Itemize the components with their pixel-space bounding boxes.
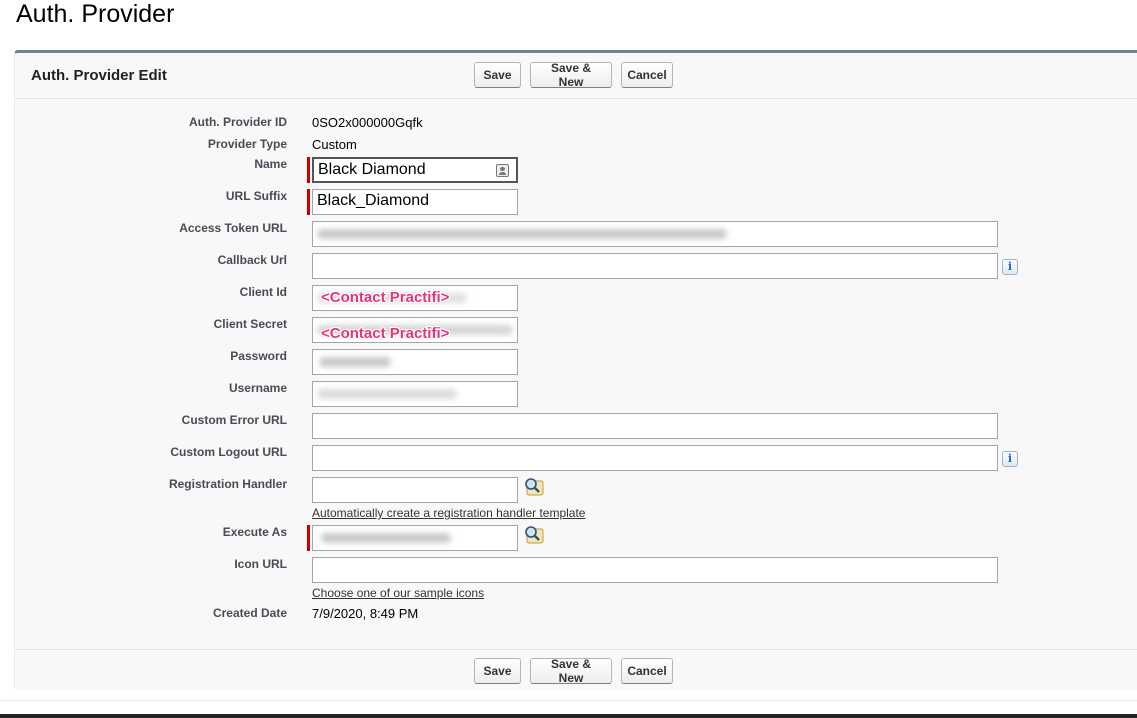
save-and-new-button[interactable]: Save & New (530, 657, 612, 685)
custom-logout-url-input[interactable] (312, 445, 998, 471)
bottom-divider (0, 714, 1137, 718)
required-indicator (307, 157, 310, 183)
provider-type-value: Custom (312, 137, 357, 152)
icon-url-label: Icon URL (234, 557, 287, 571)
custom-error-url-label: Custom Error URL (181, 413, 287, 427)
client-id-label: Client Id (239, 285, 287, 299)
panel-footer: Save Save & New Cancel (15, 649, 1137, 694)
client-id-input[interactable]: <Contact Practifi> (312, 285, 518, 311)
cancel-button[interactable]: Cancel (621, 62, 673, 88)
bottom-button-group: Save Save & New Cancel (474, 657, 673, 685)
password-label: Password (230, 349, 287, 363)
client-id-annotation: <Contact Practifi> (321, 289, 450, 306)
name-label: Name (254, 157, 287, 171)
custom-logout-url-label: Custom Logout URL (170, 445, 287, 459)
auth-provider-id-value: 0SO2x000000Gqfk (312, 115, 423, 130)
access-token-url-input[interactable] (312, 221, 998, 247)
contact-card-icon[interactable] (496, 164, 509, 177)
execute-as-label: Execute As (222, 525, 287, 539)
name-input[interactable]: Black Diamond (312, 157, 518, 183)
created-date-value: 7/9/2020, 8:49 PM (312, 606, 419, 621)
client-secret-label: Client Secret (213, 317, 287, 331)
required-indicator (307, 525, 310, 551)
custom-error-url-input[interactable] (312, 413, 998, 439)
create-registration-handler-link[interactable]: Automatically create a registration hand… (312, 506, 585, 520)
username-label: Username (228, 381, 287, 395)
callback-url-label: Callback Url (217, 253, 287, 267)
client-secret-input[interactable]: <Contact Practifi> (312, 317, 518, 343)
password-input[interactable] (312, 349, 518, 375)
name-input-value: Black Diamond (318, 161, 426, 178)
redacted-value (319, 357, 391, 367)
magnifier-lookup-icon[interactable] (523, 477, 545, 497)
auth-provider-edit-panel: Auth. Provider Edit Save Save & New Canc… (14, 50, 1137, 690)
save-button[interactable]: Save (474, 658, 521, 684)
url-suffix-input[interactable]: Black_Diamond (312, 189, 518, 215)
save-button[interactable]: Save (474, 62, 521, 88)
choose-sample-icons-link[interactable]: Choose one of our sample icons (312, 586, 484, 600)
info-icon[interactable]: i (1002, 259, 1018, 275)
execute-as-input[interactable] (312, 525, 518, 551)
auth-provider-id-label: Auth. Provider ID (188, 115, 287, 129)
magnifier-lookup-icon[interactable] (523, 525, 545, 545)
icon-url-input[interactable] (312, 557, 998, 583)
save-and-new-button[interactable]: Save & New (530, 61, 612, 89)
redacted-value (317, 389, 457, 399)
redacted-value (321, 533, 451, 543)
url-suffix-label: URL Suffix (225, 189, 287, 203)
created-date-label: Created Date (212, 606, 287, 620)
registration-handler-input[interactable] (312, 477, 518, 503)
panel-header: Auth. Provider Edit Save Save & New Canc… (15, 53, 1137, 99)
registration-handler-label: Registration Handler (168, 477, 287, 491)
info-icon[interactable]: i (1002, 451, 1018, 467)
callback-url-input[interactable] (312, 253, 998, 279)
access-token-url-label: Access Token URL (179, 221, 287, 235)
username-input[interactable] (312, 381, 518, 407)
page-title: Auth. Provider (16, 0, 175, 28)
page-bottom-area (0, 700, 1137, 715)
top-button-group: Save Save & New Cancel (474, 61, 673, 89)
client-secret-annotation: <Contact Practifi> (321, 325, 450, 342)
provider-type-label: Provider Type (207, 137, 287, 151)
panel-title: Auth. Provider Edit (31, 67, 167, 84)
required-indicator (307, 189, 310, 215)
redacted-value (317, 229, 727, 239)
cancel-button[interactable]: Cancel (621, 658, 673, 684)
